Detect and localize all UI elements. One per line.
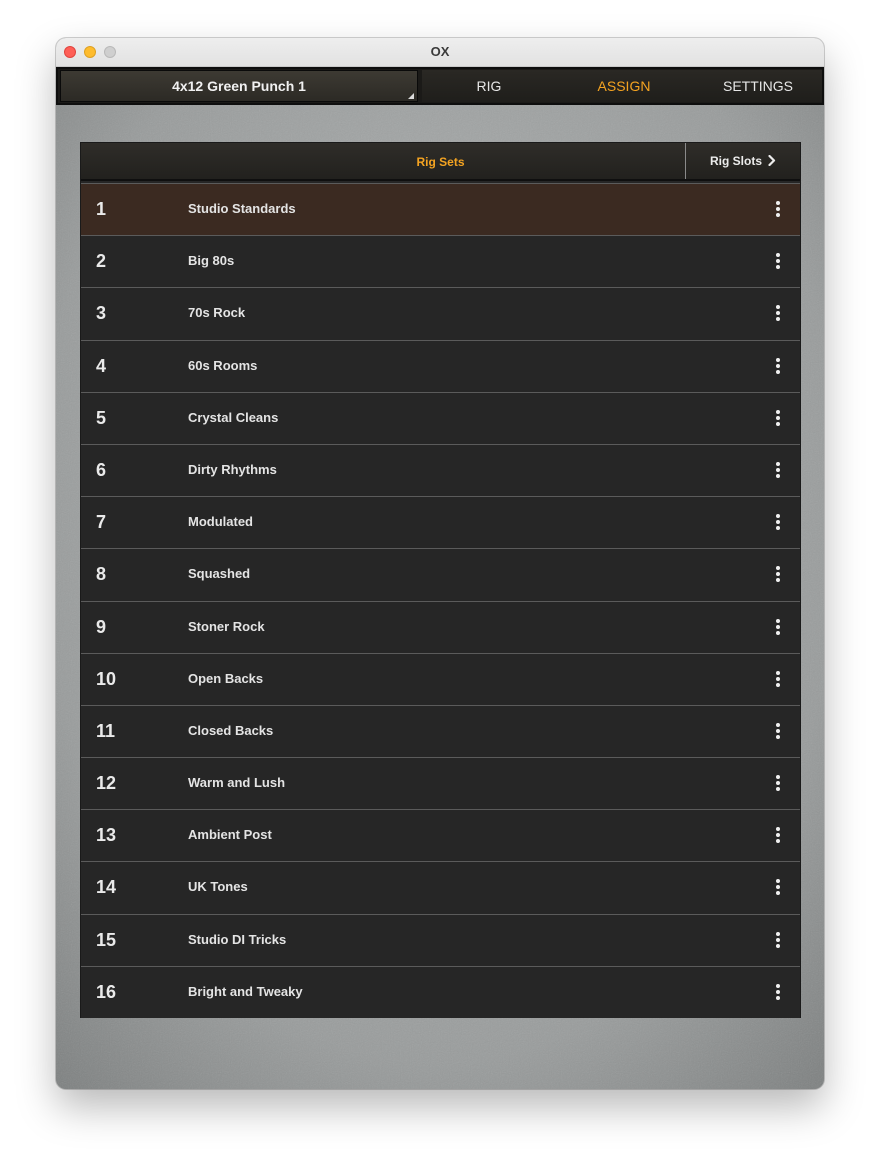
more-vertical-icon[interactable]	[772, 357, 784, 375]
more-vertical-icon[interactable]	[772, 774, 784, 792]
dropdown-corner-icon	[408, 93, 414, 99]
rig-set-number: 12	[96, 773, 117, 794]
rig-set-row[interactable]: 15 Studio DI Tricks	[81, 913, 800, 966]
rig-set-number: 9	[96, 616, 107, 637]
rig-set-number: 16	[96, 981, 117, 1002]
more-vertical-icon[interactable]	[772, 670, 784, 688]
rig-set-row[interactable]: 9 Stoner Rock	[81, 600, 800, 653]
more-vertical-icon[interactable]	[772, 618, 784, 636]
top-navigation-bar: 4x12 Green Punch 1 RIG ASSIGN SETTINGS	[56, 67, 824, 105]
rig-set-number: 3	[96, 303, 107, 324]
more-vertical-icon[interactable]	[772, 200, 784, 218]
preset-selector[interactable]: 4x12 Green Punch 1	[60, 70, 418, 102]
rig-set-row[interactable]: 11 Closed Backs	[81, 704, 800, 758]
rig-set-name: 60s Rooms	[188, 357, 258, 373]
rig-set-row[interactable]: 14 UK Tones	[81, 861, 800, 914]
rig-set-name: UK Tones	[188, 879, 248, 895]
rig-set-number: 11	[96, 720, 116, 741]
more-vertical-icon[interactable]	[772, 722, 784, 740]
rig-set-name: Crystal Cleans	[188, 409, 279, 425]
rig-set-name: Squashed	[188, 566, 251, 582]
rig-sets-panel: Rig Sets Rig Slots 1 Studio Standards 2 …	[80, 142, 801, 1018]
more-vertical-icon[interactable]	[772, 304, 784, 322]
window-title: OX	[430, 44, 450, 59]
rig-set-number: 13	[96, 825, 117, 846]
preset-name: 4x12 Green Punch 1	[172, 78, 306, 94]
chevron-right-icon	[768, 144, 776, 180]
rig-slots-label: Rig Slots	[709, 154, 762, 168]
rig-set-number: 10	[96, 668, 117, 689]
more-vertical-icon[interactable]	[772, 983, 784, 1001]
more-vertical-icon[interactable]	[772, 931, 784, 949]
rig-set-number: 6	[96, 459, 107, 480]
tab-assign[interactable]: ASSIGN	[569, 70, 679, 102]
rig-set-number: 14	[96, 877, 117, 898]
more-vertical-icon[interactable]	[772, 461, 784, 479]
rig-set-number: 8	[96, 564, 107, 585]
rig-set-row[interactable]: 8 Squashed	[81, 548, 800, 601]
rig-set-name: Warm and Lush	[188, 775, 286, 791]
more-vertical-icon[interactable]	[772, 252, 784, 270]
main-tabs: RIG ASSIGN SETTINGS	[422, 70, 822, 102]
more-vertical-icon[interactable]	[772, 513, 784, 531]
rig-set-row[interactable]: 16 Bright and Tweaky	[81, 965, 800, 1018]
rig-set-number: 1	[96, 199, 107, 219]
tab-settings[interactable]: SETTINGS	[703, 70, 813, 102]
app-window: OX 4x12 Green Punch 1 RIG ASSIGN SETTING…	[56, 38, 824, 1089]
rig-set-name: Big 80s	[188, 253, 235, 269]
rig-set-row[interactable]: 13 Ambient Post	[81, 809, 800, 862]
more-vertical-icon[interactable]	[772, 565, 784, 583]
rig-set-row[interactable]: 1 Studio Standards	[81, 183, 800, 236]
rig-set-name: 70s Rock	[188, 305, 246, 321]
rig-set-number: 5	[96, 407, 107, 428]
rig-set-name: Bright and Tweaky	[188, 983, 303, 999]
rig-set-row[interactable]: 6 Dirty Rhythms	[81, 443, 800, 497]
rig-set-name: Dirty Rhythms	[188, 461, 277, 477]
rig-sets-list: 1 Studio Standards 2 Big 80s 3 70s Rock …	[81, 183, 800, 1018]
rig-set-number: 2	[96, 251, 107, 272]
rig-set-name: Open Backs	[188, 670, 264, 686]
rig-set-number: 4	[96, 355, 107, 376]
rig-set-row[interactable]: 10 Open Backs	[81, 652, 800, 705]
rig-set-row[interactable]: 4 60s Rooms	[81, 339, 800, 392]
title-bar: OX	[56, 38, 824, 67]
more-vertical-icon[interactable]	[772, 826, 784, 844]
rig-set-number: 15	[96, 929, 117, 950]
rig-slots-button[interactable]: Rig Slots	[685, 143, 800, 179]
more-vertical-icon[interactable]	[772, 878, 784, 896]
rig-set-name: Studio Standards	[188, 201, 296, 216]
rig-set-name: Stoner Rock	[188, 618, 265, 634]
rig-set-row[interactable]: 12 Warm and Lush	[81, 757, 800, 810]
tab-rig[interactable]: RIG	[434, 70, 544, 102]
rig-sets-header: Rig Sets Rig Slots	[81, 143, 800, 181]
rig-set-row[interactable]: 2 Big 80s	[81, 235, 800, 288]
rig-set-name: Studio DI Tricks	[188, 931, 287, 947]
rig-set-row[interactable]: 3 70s Rock	[81, 287, 800, 340]
rig-set-name: Closed Backs	[188, 722, 274, 738]
rig-set-name: Modulated	[188, 514, 253, 530]
rig-set-row[interactable]: 5 Crystal Cleans	[81, 391, 800, 444]
rig-set-row[interactable]: 7 Modulated	[81, 496, 800, 549]
rig-set-number: 7	[96, 512, 107, 533]
more-vertical-icon[interactable]	[772, 409, 784, 427]
rig-set-name: Ambient Post	[188, 827, 272, 843]
